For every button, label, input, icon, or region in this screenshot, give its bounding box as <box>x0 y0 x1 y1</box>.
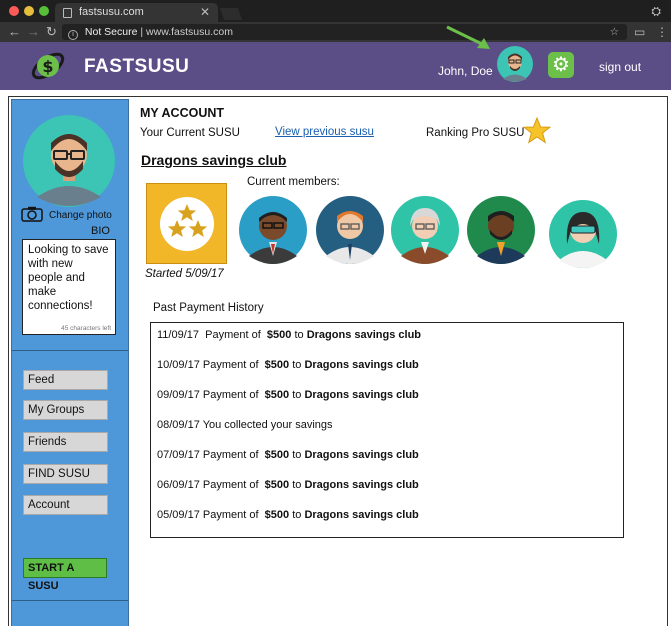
page-title: MY ACCOUNT <box>140 106 225 120</box>
member-avatar[interactable] <box>316 196 384 264</box>
bio-label: BIO <box>91 225 110 237</box>
incognito-icon: ⛭ <box>651 4 661 18</box>
fastsusu-logo-icon: $ <box>31 52 65 80</box>
user-name: John, Doe <box>438 64 493 78</box>
bio-character-count: 45 characters left <box>61 325 111 332</box>
sidebar-divider <box>12 350 128 351</box>
profile-avatar <box>23 115 115 207</box>
ranking-star-icon <box>523 117 551 144</box>
bio-text: Looking to save with new people and make… <box>28 244 109 312</box>
list-item: 08/09/17 You collected your savings <box>157 419 333 431</box>
sidebar-item-my-groups[interactable]: My Groups <box>23 400 108 420</box>
list-item: 07/09/17 Payment of $500 to Dragons savi… <box>157 449 419 461</box>
address-bar[interactable]: i Not Secure | www.fastsusu.com ☆ <box>62 24 627 40</box>
payment-history-list: 11/09/17 Payment of $500 to Dragons savi… <box>150 322 624 538</box>
annotation-arrow-icon <box>446 25 490 49</box>
member-avatar[interactable] <box>549 200 617 268</box>
list-item: 06/09/17 Payment of $500 to Dragons savi… <box>157 479 419 491</box>
close-tab-icon[interactable]: ✕ <box>200 3 210 22</box>
club-badge <box>146 183 227 264</box>
sidebar-item-feed[interactable]: Feed <box>23 370 108 390</box>
sign-out-link[interactable]: sign out <box>599 60 641 74</box>
ranking-label: Ranking Pro SUSU <box>426 127 525 139</box>
maximize-window-button[interactable] <box>39 6 49 16</box>
change-photo-link[interactable]: Change photo <box>49 210 112 221</box>
back-icon[interactable]: ← <box>8 24 21 40</box>
settings-gear-icon[interactable]: ⚙ <box>548 52 574 78</box>
sidebar: Change photo BIO Looking to save with ne… <box>11 99 129 626</box>
sidebar-item-account[interactable]: Account <box>23 495 108 515</box>
list-item: 11/09/17 Payment of $500 to Dragons savi… <box>157 329 422 341</box>
info-icon[interactable]: i <box>68 30 78 40</box>
member-avatar[interactable] <box>239 196 307 264</box>
payment-history-label: Past Payment History <box>153 302 264 314</box>
menu-icon[interactable]: ⋮ <box>656 25 668 39</box>
browser-tab-bar: fastsusu.com ✕ ⛭ <box>0 0 671 22</box>
start-susu-button[interactable]: START A SUSU <box>23 558 107 592</box>
member-avatar[interactable] <box>467 196 535 264</box>
list-item: 10/09/17 Payment of $500 to Dragons savi… <box>157 359 419 371</box>
reload-icon[interactable]: ↻ <box>46 24 57 40</box>
page-icon <box>63 8 72 18</box>
security-label: Not Secure <box>84 26 138 38</box>
brand-name[interactable]: FASTSUSU <box>84 56 189 78</box>
forward-icon[interactable]: → <box>27 24 40 40</box>
new-tab-button[interactable] <box>219 8 243 20</box>
bookmark-star-icon[interactable]: ☆ <box>610 24 619 40</box>
three-stars-icon <box>167 204 208 237</box>
browser-tab[interactable]: fastsusu.com ✕ <box>55 3 218 22</box>
club-name[interactable]: Dragons savings club <box>141 152 286 168</box>
cast-icon[interactable]: ▭ <box>634 25 645 39</box>
close-window-button[interactable] <box>9 6 19 16</box>
tab-title: fastsusu.com <box>79 6 144 18</box>
address-toolbar: ← → ↻ i Not Secure | www.fastsusu.com ☆ … <box>0 22 671 42</box>
camera-icon[interactable] <box>21 206 43 222</box>
sidebar-item-find-susu[interactable]: FIND SUSU <box>23 464 108 484</box>
current-members-label: Current members: <box>247 176 340 188</box>
svg-text:$: $ <box>42 57 53 76</box>
sidebar-divider <box>12 600 128 601</box>
user-avatar[interactable] <box>497 46 533 82</box>
minimize-window-button[interactable] <box>24 6 34 16</box>
member-avatar[interactable] <box>391 196 459 264</box>
sidebar-item-friends[interactable]: Friends <box>23 432 108 452</box>
list-item: 09/09/17 Payment of $500 to Dragons savi… <box>157 389 419 401</box>
list-item: 05/09/17 Payment of $500 to Dragons savi… <box>157 509 419 521</box>
started-date: Started 5/09/17 <box>145 268 224 280</box>
url-text: www.fastsusu.com <box>146 26 233 38</box>
view-previous-susu-link[interactable]: View previous susu <box>275 126 374 138</box>
current-susu-label: Your Current SUSU <box>140 127 240 139</box>
bio-textarea[interactable]: Looking to save with new people and make… <box>22 239 116 335</box>
